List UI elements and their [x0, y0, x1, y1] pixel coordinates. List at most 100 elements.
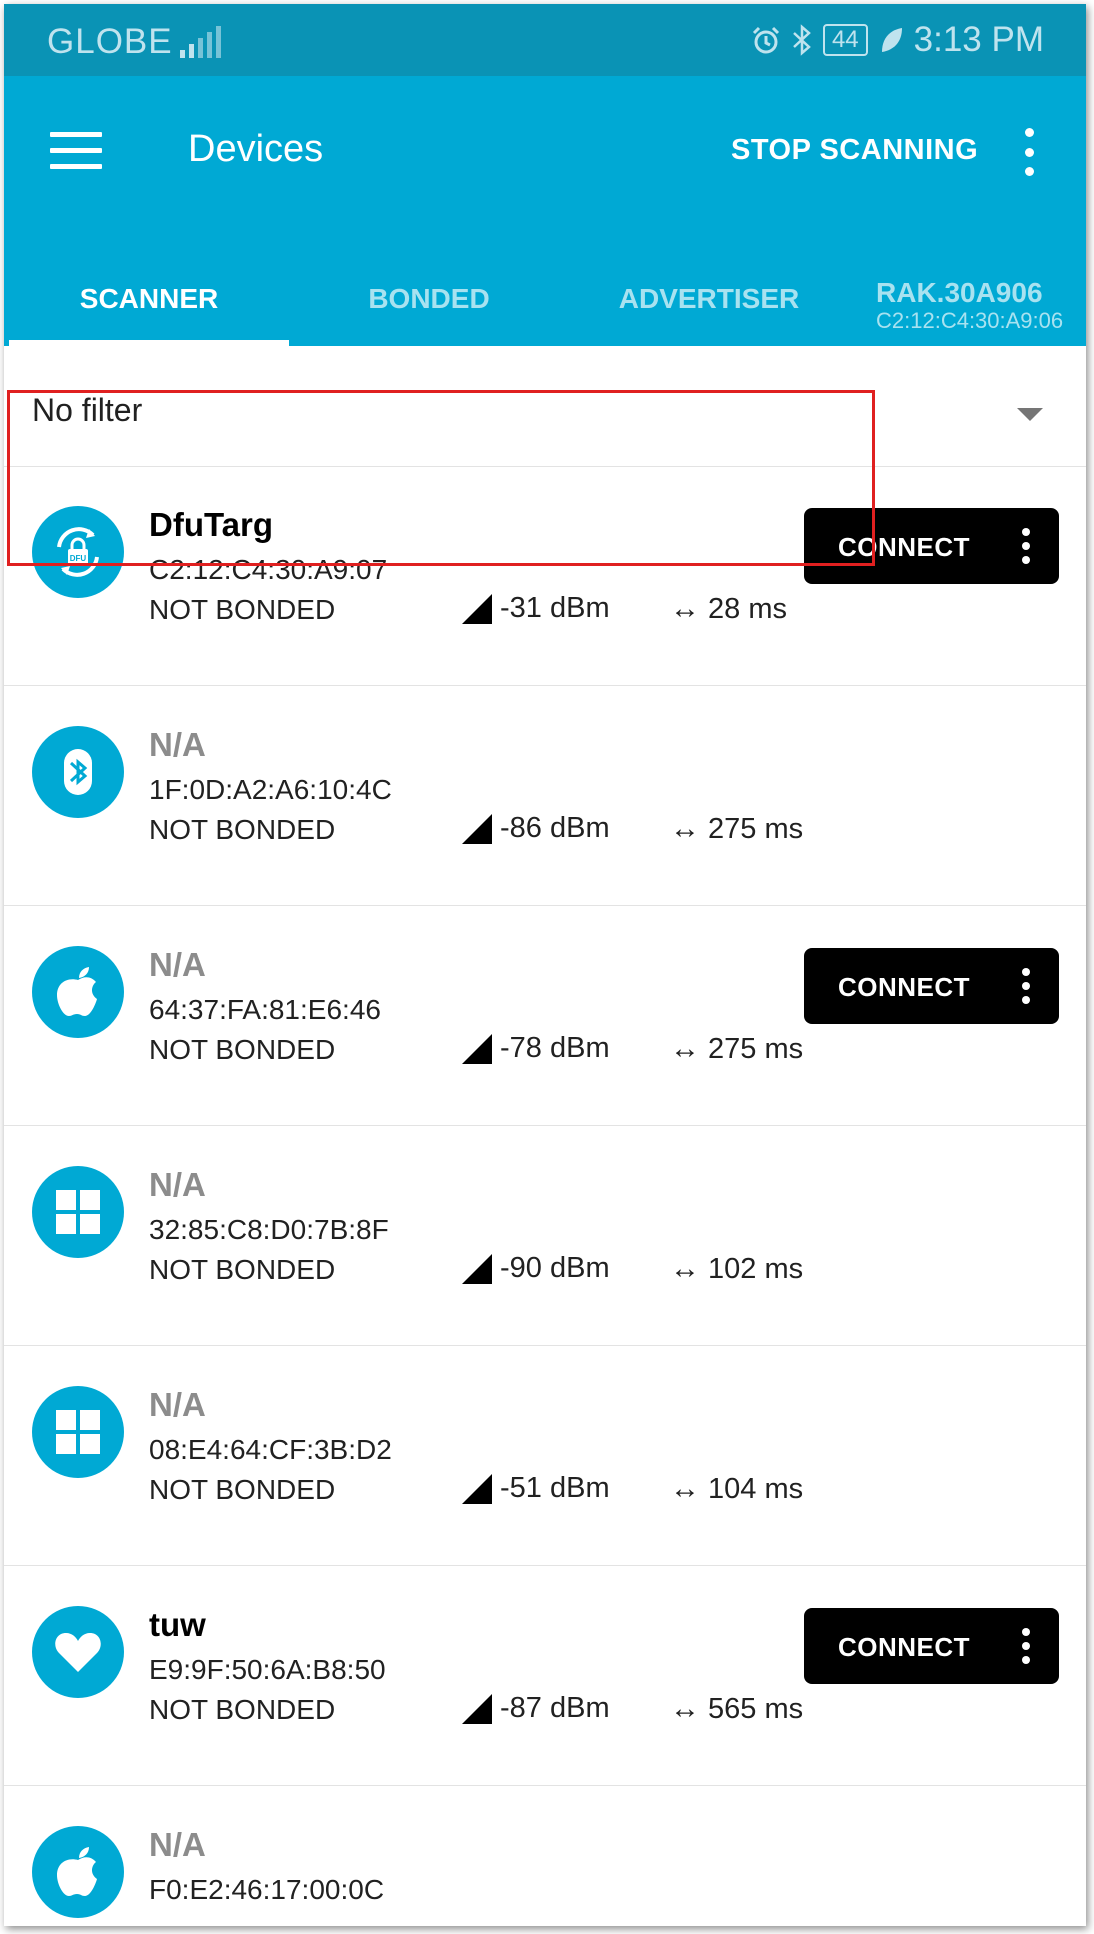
tab-scanner[interactable]: SCANNER: [9, 251, 289, 346]
device-row[interactable]: N/A 1F:0D:A2:A6:10:4C NOT BONDED -86 dBm ↔ 27…: [4, 686, 1086, 906]
signal-strength-icon: [462, 1253, 492, 1284]
filter-label: No filter: [32, 392, 143, 428]
device-name: N/A: [149, 946, 206, 983]
interval-arrows-icon: ↔: [670, 1472, 700, 1505]
interval-value: 275 ms: [708, 1032, 804, 1065]
apple-icon: [32, 1826, 124, 1918]
device-row[interactable]: N/A 08:E4:64:CF:3B:D2 NOT BONDED -51 dBm ↔ 10…: [4, 1346, 1086, 1566]
device-more-icon[interactable]: [1020, 528, 1032, 564]
tab-bar: SCANNER BONDED ADVERTISER RAK.30A906 C2:…: [4, 251, 1086, 346]
interval-readout: ↔ 275 ms: [670, 812, 803, 846]
device-row[interactable]: N/A 64:37:FA:81:E6:46 NOT BONDED -78 dBm ↔ 27…: [4, 906, 1086, 1126]
interval-readout: ↔ 565 ms: [670, 1692, 803, 1726]
rssi-readout: -78 dBm: [462, 1032, 610, 1065]
device-address: 32:85:C8:D0:7B:8F: [149, 1214, 389, 1245]
device-name: tuw: [149, 1606, 206, 1643]
interval-value: 102 ms: [708, 1252, 804, 1285]
tab-device-mac: C2:12:C4:30:A9:06: [876, 308, 1064, 333]
connect-button[interactable]: CONNECT: [804, 508, 1059, 584]
status-bar: GLOBE 44 3:13 PM: [4, 4, 1086, 76]
signal-strength-icon: [462, 1693, 492, 1724]
rssi-value: -86 dBm: [500, 812, 610, 844]
bluetooth-icon: [32, 726, 124, 818]
connect-button[interactable]: CONNECT: [804, 948, 1059, 1024]
device-row[interactable]: N/A 32:85:C8:D0:7B:8F NOT BONDED -90 dBm ↔ 10…: [4, 1126, 1086, 1346]
interval-value: 104 ms: [708, 1472, 804, 1505]
device-row[interactable]: DFU DfuTarg C2:12:C4:30:A9:07 NOT BONDED -31…: [4, 466, 1086, 686]
dropdown-arrow-icon: [1017, 408, 1043, 421]
alarm-icon: [752, 26, 779, 54]
rssi-value: -78 dBm: [500, 1032, 610, 1064]
page-title: Devices: [188, 128, 324, 170]
bond-state: NOT BONDED: [149, 594, 336, 625]
windows-icon: [32, 1386, 124, 1478]
bond-state: NOT BONDED: [149, 814, 336, 845]
tab-bonded[interactable]: BONDED: [289, 251, 569, 346]
device-address: 08:E4:64:CF:3B:D2: [149, 1434, 392, 1465]
device-address: F0:E2:46:17:00:0C: [149, 1874, 385, 1905]
bond-state: NOT BONDED: [149, 1694, 336, 1725]
tab-connected-device[interactable]: RAK.30A906 C2:12:C4:30:A9:06: [876, 251, 1086, 346]
menu-icon[interactable]: [50, 132, 102, 172]
device-address: E9:9F:50:6A:B8:50: [149, 1654, 386, 1685]
app-toolbar: Devices STOP SCANNING SCANNER BONDED ADV…: [4, 76, 1086, 346]
svg-text:DFU: DFU: [70, 554, 87, 563]
carrier-name: GLOBE: [47, 22, 173, 61]
signal-strength-icon: [462, 593, 492, 624]
interval-arrows-icon: ↔: [670, 1252, 700, 1285]
bluetooth-icon: [793, 24, 811, 56]
tab-advertiser[interactable]: ADVERTISER: [569, 251, 849, 346]
rssi-value: -51 dBm: [500, 1472, 610, 1504]
status-icons: 44 3:13 PM: [751, 20, 1044, 60]
clock: 3:13 PM: [913, 20, 1044, 59]
bond-state: NOT BONDED: [149, 1034, 336, 1065]
device-name: DfuTarg: [149, 506, 274, 543]
device-name: N/A: [149, 1386, 206, 1423]
interval-arrows-icon: ↔: [670, 1692, 700, 1725]
rssi-value: -31 dBm: [500, 592, 610, 624]
more-options-icon[interactable]: [1022, 128, 1036, 176]
connect-button[interactable]: CONNECT: [804, 1608, 1059, 1684]
heart-icon: [32, 1606, 124, 1698]
interval-readout: ↔ 104 ms: [670, 1472, 803, 1506]
stop-scanning-button[interactable]: STOP SCANNING: [731, 134, 978, 167]
device-address: 64:37:FA:81:E6:46: [149, 994, 381, 1025]
bond-state: NOT BONDED: [149, 1254, 336, 1285]
device-row[interactable]: tuw E9:9F:50:6A:B8:50 NOT BONDED -87 dBm ↔ 56…: [4, 1566, 1086, 1786]
interval-value: 565 ms: [708, 1692, 804, 1725]
interval-value: 275 ms: [708, 812, 804, 845]
device-address: C2:12:C4:30:A9:07: [149, 554, 388, 585]
device-list: DFU DfuTarg C2:12:C4:30:A9:07 NOT BONDED -31…: [4, 466, 1086, 1926]
rssi-value: -90 dBm: [500, 1252, 610, 1284]
rssi-value: -87 dBm: [500, 1692, 610, 1724]
rssi-readout: -51 dBm: [462, 1472, 610, 1505]
battery-icon: 44: [822, 24, 868, 56]
windows-icon: [32, 1166, 124, 1258]
interval-arrows-icon: ↔: [670, 1032, 700, 1065]
rssi-readout: -86 dBm: [462, 812, 610, 845]
dfu-icon: DFU: [32, 506, 124, 598]
interval-readout: ↔ 102 ms: [670, 1252, 803, 1286]
device-row[interactable]: N/A F0:E2:46:17:00:0C: [4, 1786, 1086, 1926]
device-name: N/A: [149, 726, 206, 763]
bond-state: NOT BONDED: [149, 1474, 336, 1505]
connect-label: CONNECT: [838, 532, 971, 562]
device-name: N/A: [149, 1826, 206, 1863]
app-screen: GLOBE 44 3:13 PM Devices STOP SCANNING S…: [4, 4, 1086, 1926]
filter-dropdown[interactable]: No filter: [4, 346, 1086, 467]
rssi-readout: -31 dBm: [462, 592, 610, 625]
interval-value: 28 ms: [708, 592, 787, 625]
apple-icon: [32, 946, 124, 1038]
device-more-icon[interactable]: [1020, 968, 1032, 1004]
tab-device-name: RAK.30A906: [876, 277, 1043, 308]
signal-strength-icon: [462, 1033, 492, 1064]
rssi-readout: -87 dBm: [462, 1692, 610, 1725]
connect-label: CONNECT: [838, 1632, 971, 1662]
signal-icon: [180, 26, 221, 58]
device-more-icon[interactable]: [1020, 1628, 1032, 1664]
interval-arrows-icon: ↔: [670, 812, 700, 845]
interval-readout: ↔ 28 ms: [670, 592, 787, 626]
device-address: 1F:0D:A2:A6:10:4C: [149, 774, 392, 805]
interval-arrows-icon: ↔: [670, 592, 700, 625]
signal-strength-icon: [462, 813, 492, 844]
